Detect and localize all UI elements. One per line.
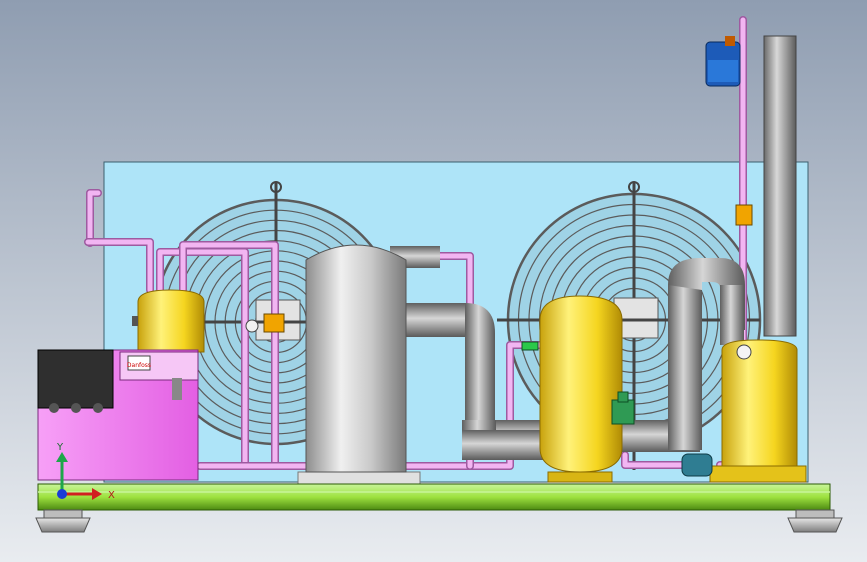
controller-display-panel [37, 349, 114, 409]
danfoss-logo-icon: Danfoss [127, 355, 151, 371]
ball-valve [735, 204, 753, 226]
support-foot-left [35, 509, 91, 533]
liquid-line-solenoid-valve [705, 36, 741, 87]
brand-mark-label: Danfoss [127, 362, 151, 369]
axis-x-label: X [108, 490, 115, 501]
axis-y-label: Y [56, 442, 64, 453]
oil-reservoir [709, 339, 807, 483]
support-foot-right [787, 509, 843, 533]
suction-accumulator [132, 289, 205, 353]
oil-pump-motor [681, 453, 713, 477]
pressure-gauge [736, 344, 752, 360]
base-frame [37, 483, 831, 511]
liquid-receiver [539, 295, 623, 483]
scroll-compressor [297, 244, 421, 485]
oil-separator-stack [763, 35, 797, 337]
refrigeration-unit-model-view: Danfoss Y X [0, 0, 867, 562]
